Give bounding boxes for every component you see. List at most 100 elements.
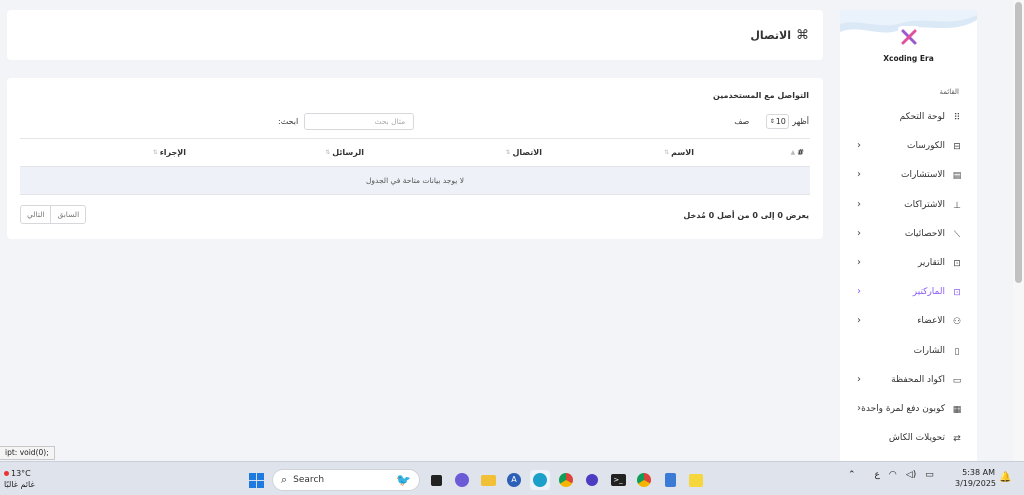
chat-app-icon[interactable]	[452, 470, 472, 490]
chrome-profile-icon[interactable]	[634, 470, 654, 490]
file-explorer-icon[interactable]	[478, 470, 498, 490]
document-icon: ▤	[952, 171, 962, 182]
weather-alert-icon	[4, 471, 9, 476]
x-logo-icon	[901, 29, 917, 45]
card-title: التواصل مع المستخدمين	[713, 91, 809, 100]
sidebar-item-members[interactable]: ⚇ الاعضاء ‹	[840, 308, 977, 337]
pagination: التالي السابق	[20, 205, 87, 224]
archive-icon: ⊡	[953, 258, 961, 269]
volume-icon[interactable]: ◁)	[906, 470, 916, 480]
sidebar-item-subscriptions[interactable]: ⊥ الاشتراكات ‹	[840, 192, 977, 221]
basket-icon: ⊟	[953, 142, 961, 153]
app-a-icon[interactable]: A	[504, 470, 524, 490]
trend-icon: ⟋	[953, 229, 961, 240]
sort-icon: ⇅	[325, 149, 331, 156]
sidebar-item-statistics[interactable]: ⟋ الاحصائيات ‹	[840, 221, 977, 250]
page-header-card: ⌘ الاتصال	[7, 10, 823, 60]
sort-icon: ⇅	[505, 149, 511, 156]
show-label: أظهر	[792, 117, 809, 126]
page-area: ⌘ الاتصال التواصل مع المستخدمين أظهر 10 …	[0, 0, 1024, 461]
weather-desc: غائم غالبًا	[4, 480, 35, 489]
users-contact-card: التواصل مع المستخدمين أظهر 10 ⇕ صف ابحث:…	[7, 78, 823, 239]
browser-app-icon[interactable]	[582, 470, 602, 490]
ticket-icon: ▦	[952, 404, 962, 415]
link-preview-status: ipt: void(0);	[0, 446, 55, 460]
chevron-left-icon: ‹	[857, 256, 861, 268]
sort-icon: ⇅	[664, 149, 670, 156]
column-header-action[interactable]: الإجراء ⇅	[153, 148, 186, 157]
notepad-icon[interactable]	[660, 470, 680, 490]
battery-icon[interactable]: ▭	[925, 470, 934, 480]
brand-name: Xcoding Era	[883, 54, 934, 63]
chevron-left-icon: ‹	[857, 286, 861, 298]
taskbar-apps: ⌕ Search 🐦 A >_	[246, 469, 706, 491]
chevron-left-icon: ‹	[857, 198, 861, 210]
previous-button[interactable]: السابق	[50, 206, 85, 223]
page-scrollbar[interactable]	[1013, 0, 1024, 461]
sort-icon: ▲	[790, 149, 796, 156]
windows-logo-icon	[248, 472, 264, 488]
column-header-number[interactable]: # ▲	[791, 148, 804, 157]
sidebar-item-courses[interactable]: ⊟ الكورسات ‹	[840, 133, 977, 162]
grid-icon: ⠿	[953, 113, 961, 123]
chevron-left-icon: ‹	[857, 402, 861, 414]
chevron-left-icon: ‹	[857, 373, 861, 385]
wifi-icon[interactable]: ◠	[889, 470, 897, 480]
sidebar-item-one-time-coupon[interactable]: ▦ كوبون دفع لمرة واحدة ‹	[840, 396, 977, 425]
menu-heading: القائمة	[939, 88, 960, 96]
windows-start-icon[interactable]	[246, 470, 266, 490]
column-header-name[interactable]: الاسم ⇅	[664, 148, 694, 157]
chevron-left-icon: ‹	[857, 140, 861, 152]
search-label: ابحث:	[278, 117, 299, 126]
clock-time: 5:38 AM	[962, 468, 995, 477]
command-icon: ⌘	[796, 28, 809, 43]
sitemap-icon: ⊥	[953, 200, 961, 211]
bird-decoration-icon: 🐦	[396, 473, 411, 487]
system-tray: ⌃ ع ◠ ◁) ▭	[848, 470, 934, 480]
scrollbar-thumb[interactable]	[1015, 2, 1022, 283]
edge-browser-icon[interactable]	[530, 470, 550, 490]
search-icon: ⌕	[281, 473, 288, 486]
select-arrows-icon: ⇕	[769, 118, 775, 125]
weather-temp: 13°C	[11, 469, 31, 478]
table-info: يعرض 0 إلى 0 من أصل 0 مُدخل	[683, 211, 809, 220]
show-suffix: صف	[734, 117, 750, 126]
column-header-messages[interactable]: الرسائل ⇅	[325, 148, 364, 157]
page-length-control: أظهر 10 ⇕ صف	[734, 114, 809, 129]
chrome-icon[interactable]	[556, 470, 576, 490]
language-indicator[interactable]: ع	[875, 470, 880, 480]
transfer-icon: ⇄	[953, 434, 961, 445]
sidebar-item-reports[interactable]: ⊡ التقارير ‹	[840, 250, 977, 279]
task-view-icon[interactable]	[426, 470, 446, 490]
taskbar-search[interactable]: ⌕ Search 🐦	[272, 469, 420, 491]
sidebar-item-badges[interactable]: ▯ الشارات	[840, 338, 977, 367]
column-header-contact[interactable]: الاتصال ⇅	[505, 148, 542, 157]
notification-bell-icon[interactable]: 🔔	[999, 472, 1011, 483]
windows-taskbar: 13°C غائم غالبًا ⌕ Search 🐦 A >_ ⌃ ع ◠ ◁…	[0, 461, 1024, 495]
chevron-left-icon: ‹	[857, 227, 861, 239]
weather-widget[interactable]: 13°C غائم غالبًا	[4, 468, 35, 490]
table-search-control: ابحث:	[278, 113, 415, 130]
table-empty-row: لا يوجد بيانات متاحة في الجدول	[20, 167, 810, 195]
clock-date: 3/19/2025	[955, 479, 997, 488]
chevron-up-icon[interactable]: ⌃	[848, 470, 856, 480]
sticky-notes-icon[interactable]	[686, 470, 706, 490]
terminal-icon[interactable]: >_	[608, 470, 628, 490]
sidebar-item-wallet-codes[interactable]: ▭ اكواد المحفظة ‹	[840, 367, 977, 396]
sidebar: Xcoding Era القائمة ⠿ لوحة التحكم ⊟ الكو…	[840, 10, 977, 461]
brand-logo[interactable]	[898, 26, 920, 48]
sidebar-item-cash-transfers[interactable]: ⇄ تحويلات الكاش	[840, 425, 977, 454]
sidebar-item-marketer[interactable]: ⊡ الماركتير ‹	[840, 279, 977, 308]
chevron-left-icon: ‹	[857, 315, 861, 327]
users-icon: ⚇	[952, 317, 962, 328]
table-search-input[interactable]	[304, 113, 415, 130]
taskbar-search-label: Search	[293, 475, 325, 485]
taskbar-clock[interactable]: 5:38 AM 3/19/2025	[955, 467, 997, 489]
wallet-icon: ▭	[952, 375, 962, 386]
chevron-left-icon: ‹	[857, 169, 861, 181]
next-button[interactable]: التالي	[21, 206, 50, 223]
sidebar-item-consultations[interactable]: ▤ الاستشارات ‹	[840, 162, 977, 191]
badge-icon: ▯	[954, 346, 960, 357]
sidebar-item-dashboard[interactable]: ⠿ لوحة التحكم	[840, 104, 977, 133]
page-length-select[interactable]: 10 ⇕	[766, 114, 790, 129]
